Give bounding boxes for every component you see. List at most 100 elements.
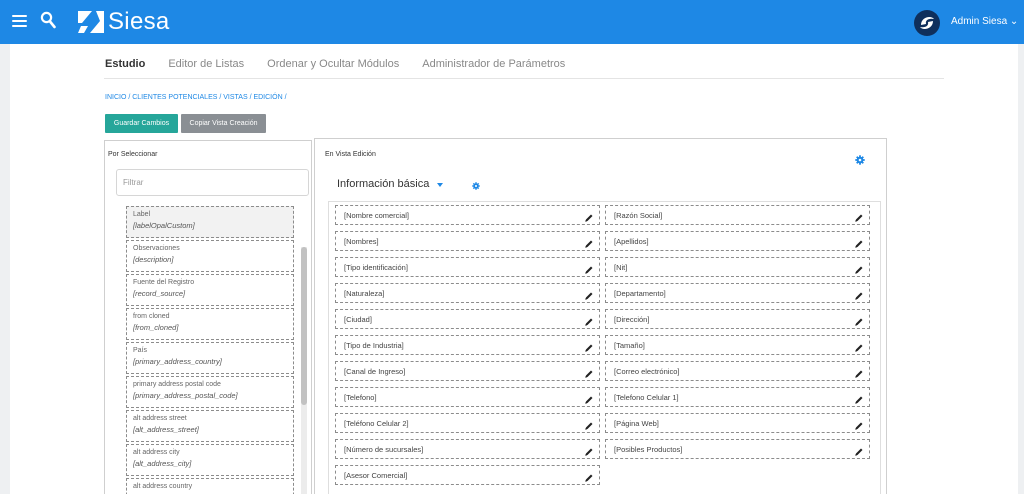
edit-field[interactable]: [Posibles Productos]	[605, 439, 870, 459]
edit-field-label: [Tamaño]	[614, 340, 645, 350]
tab-ordenar-ocultar-modulos[interactable]: Ordenar y Ocultar Módulos	[267, 58, 399, 70]
field-label: País	[133, 347, 148, 354]
list-item[interactable]: alt address country	[126, 478, 294, 494]
hamburger-icon[interactable]	[12, 15, 27, 28]
pencil-icon[interactable]	[584, 444, 594, 456]
available-fields-list: Label [labelOpalCustom] Observaciones [d…	[126, 206, 294, 494]
edit-field[interactable]: [Asesor Comercial]	[335, 465, 600, 485]
section-toggle[interactable]: Información básica	[337, 178, 444, 190]
pencil-icon[interactable]	[584, 366, 594, 378]
edit-field[interactable]: [Naturaleza]	[335, 283, 600, 303]
scrollbar-thumb[interactable]	[301, 247, 307, 405]
edit-field[interactable]: [Razón Social]	[605, 205, 870, 225]
edit-field[interactable]: [Nit]	[605, 257, 870, 277]
tab-estudio[interactable]: Estudio	[105, 58, 145, 70]
field-key: [record_source]	[133, 289, 186, 298]
pencil-icon[interactable]	[854, 392, 864, 404]
tab-editor-de-listas[interactable]: Editor de Listas	[168, 58, 244, 70]
pencil-icon[interactable]	[584, 314, 594, 326]
pencil-icon[interactable]	[584, 210, 594, 222]
edit-field[interactable]: [Departamento]	[605, 283, 870, 303]
user-menu[interactable]: Admin Siesa ⌄	[951, 16, 1018, 27]
edit-field-label: [Dirección]	[614, 314, 650, 324]
list-item[interactable]: alt address city [alt_address_city]	[126, 444, 294, 476]
brand-name[interactable]: Siesa	[108, 8, 170, 36]
tabs-divider	[104, 78, 944, 79]
edit-field[interactable]: [Telefono Celular 1]	[605, 387, 870, 407]
field-key: [primary_address_country]	[133, 357, 222, 366]
list-item[interactable]: primary address postal code [primary_add…	[126, 376, 294, 408]
search-icon[interactable]	[40, 11, 56, 29]
field-label: Observaciones	[133, 245, 180, 252]
edit-field-label: [Tipo identificación]	[344, 262, 408, 272]
pencil-icon[interactable]	[584, 470, 594, 482]
section-title: Información básica	[337, 178, 430, 190]
pencil-icon[interactable]	[854, 210, 864, 222]
pencil-icon[interactable]	[584, 288, 594, 300]
section-gear-icon[interactable]	[472, 182, 480, 190]
edit-field-label: [Nombre comercial]	[344, 210, 410, 220]
edit-field-label: [Ciudad]	[344, 314, 372, 324]
edit-field-label: [Nombres]	[344, 236, 379, 246]
edit-field[interactable]: [Dirección]	[605, 309, 870, 329]
edit-field[interactable]: [Teléfono Celular 2]	[335, 413, 600, 433]
pencil-icon[interactable]	[854, 418, 864, 430]
pencil-icon[interactable]	[854, 340, 864, 352]
pencil-icon[interactable]	[854, 314, 864, 326]
field-label: alt address city	[133, 449, 180, 456]
list-item[interactable]: País [primary_address_country]	[126, 342, 294, 374]
filter-input[interactable]	[116, 169, 309, 196]
edit-field-label: [Naturaleza]	[344, 288, 385, 298]
edit-field-label: [Razón Social]	[614, 210, 663, 220]
edit-field-label: [Página Web]	[614, 418, 659, 428]
edit-field[interactable]: [Canal de Ingreso]	[335, 361, 600, 381]
edit-field[interactable]: [Nombre comercial]	[335, 205, 600, 225]
pencil-icon[interactable]	[584, 392, 594, 404]
list-item[interactable]: from cloned [from_cloned]	[126, 308, 294, 340]
edit-field-label: [Asesor Comercial]	[344, 470, 408, 480]
user-name-label: Admin Siesa	[951, 16, 1008, 27]
user-avatar[interactable]	[914, 10, 940, 36]
chevron-down-icon: ⌄	[1009, 16, 1019, 27]
list-item[interactable]: Label [labelOpalCustom]	[126, 206, 294, 238]
edit-field[interactable]: [Ciudad]	[335, 309, 600, 329]
siesa-logo-icon[interactable]	[78, 10, 104, 34]
edit-field-label: [Telefono]	[344, 392, 377, 402]
list-scrollbar[interactable]	[301, 247, 307, 494]
pencil-icon[interactable]	[584, 418, 594, 430]
field-label: primary address postal code	[133, 381, 221, 388]
pencil-icon[interactable]	[854, 444, 864, 456]
list-item[interactable]: alt address street [alt_address_street]	[126, 410, 294, 442]
edit-field[interactable]: [Telefono]	[335, 387, 600, 407]
edit-field-label: [Posibles Productos]	[614, 444, 683, 454]
edit-field-label: [Departamento]	[614, 288, 666, 298]
edit-field-label: [Canal de Ingreso]	[344, 366, 406, 376]
edit-field[interactable]: [Tamaño]	[605, 335, 870, 355]
pencil-icon[interactable]	[854, 366, 864, 378]
pencil-icon[interactable]	[854, 262, 864, 274]
edit-field[interactable]: [Apellidos]	[605, 231, 870, 251]
main-content: Estudio Editor de Listas Ordenar y Ocult…	[10, 44, 1018, 494]
edit-field[interactable]: [Nombres]	[335, 231, 600, 251]
edit-field[interactable]: [Correo electrónico]	[605, 361, 870, 381]
copy-create-view-button[interactable]: Copiar Vista Creación	[181, 114, 266, 133]
tab-administrador-parametros[interactable]: Administrador de Parámetros	[422, 58, 565, 70]
pencil-icon[interactable]	[584, 262, 594, 274]
pencil-icon[interactable]	[854, 288, 864, 300]
panel-title: Por Seleccionar	[108, 151, 158, 158]
pencil-icon[interactable]	[854, 236, 864, 248]
list-item[interactable]: Fuente del Registro [record_source]	[126, 274, 294, 306]
gear-icon[interactable]	[855, 155, 865, 165]
edit-field[interactable]: [Tipo de Industria]	[335, 335, 600, 355]
save-changes-button[interactable]: Guardar Cambios	[105, 114, 178, 133]
field-label: alt address street	[133, 415, 187, 422]
list-item[interactable]: Observaciones [description]	[126, 240, 294, 272]
edit-field[interactable]: [Página Web]	[605, 413, 870, 433]
field-label: Label	[133, 211, 151, 218]
edit-field[interactable]: [Número de sucursales]	[335, 439, 600, 459]
breadcrumb[interactable]: INICIO / CLIENTES POTENCIALES / VISTAS /…	[105, 94, 287, 101]
pencil-icon[interactable]	[584, 236, 594, 248]
pencil-icon[interactable]	[584, 340, 594, 352]
edit-field[interactable]: [Tipo identificación]	[335, 257, 600, 277]
field-key: [description]	[133, 255, 174, 264]
